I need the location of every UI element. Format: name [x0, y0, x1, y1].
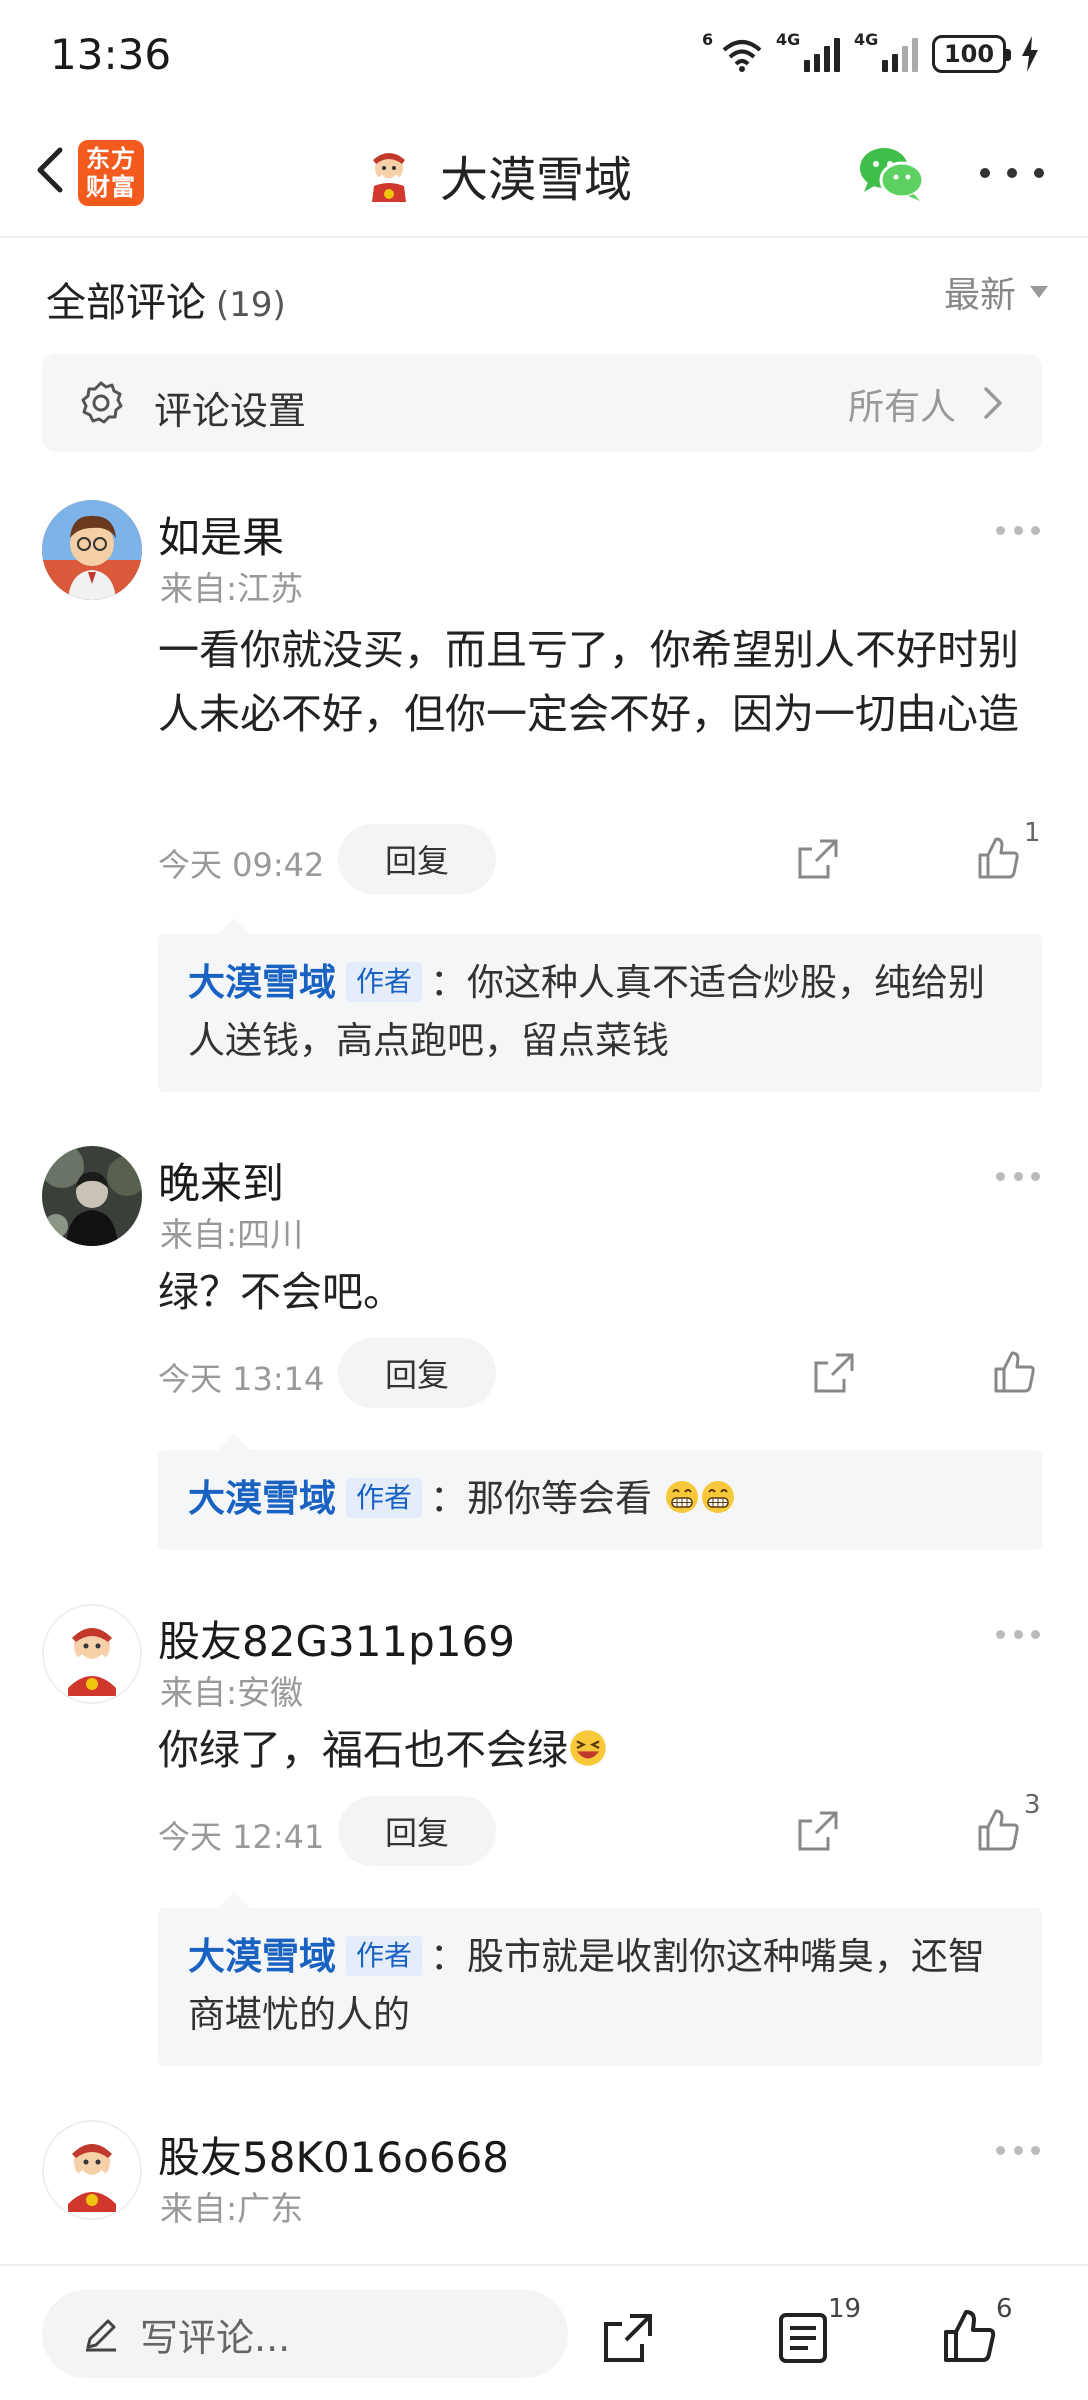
like-count: 3 [1024, 1790, 1041, 1820]
comments-title: 全部评论 (19) [46, 270, 286, 328]
laugh-emoji-icon [570, 1730, 606, 1766]
cell-signal-icon-1: 4G [776, 30, 840, 72]
reply-text: ：那你等会看 [430, 1477, 653, 1520]
comment-author[interactable]: 股友82G311p169 [158, 1608, 515, 1669]
settings-value: 所有人 [847, 387, 956, 428]
bottom-bar: 写评论... 19 6 [0, 2264, 1088, 2400]
wechat-icon[interactable] [858, 144, 926, 204]
pencil-icon [86, 2319, 116, 2352]
avatar[interactable] [42, 1146, 142, 1246]
author-tag: 作者 [346, 1478, 423, 1518]
status-icons: 6 4G 4G 100 [702, 30, 1040, 76]
share-icon[interactable] [794, 1807, 842, 1855]
thumbs-up-icon[interactable] [974, 1805, 1024, 1855]
comment-body: 你绿了，福石也不会绿 [158, 1718, 1038, 1782]
comment-time: 今天 13:14 [158, 1360, 325, 1398]
comment-author[interactable]: 股友58K016o668 [158, 2124, 509, 2185]
comment-author[interactable]: 如是果 [158, 504, 284, 565]
logo-line-1: 东方 [86, 145, 136, 173]
comment-actions: 今天 13:14 回复 [158, 1338, 1058, 1408]
comments-count-badge: 19 [828, 2294, 862, 2324]
comment-location: 来自:安徽 [160, 1673, 304, 1712]
comment-actions: 今天 09:42 回复 1 [158, 818, 1058, 894]
author-reply[interactable]: 大漠雪域 作者 ：那你等会看 [158, 1434, 1042, 1550]
nav-bar: 东方 财富 大漠雪域 [0, 110, 1088, 238]
nav-avatar [372, 153, 406, 202]
comments-count: (19) [216, 285, 286, 325]
battery-level: 100 [943, 40, 995, 68]
write-placeholder: 写评论... [140, 2315, 291, 2360]
comments-list-icon[interactable] [776, 2310, 830, 2366]
comments-header: 全部评论 (19) 最新 [0, 240, 1088, 350]
share-icon[interactable] [600, 2310, 656, 2366]
avatar[interactable] [42, 500, 142, 600]
logo-line-2: 财富 [86, 173, 136, 201]
comment-location: 来自:广东 [160, 2189, 304, 2228]
more-icon[interactable] [996, 1630, 1040, 1640]
comment-settings-row[interactable]: 评论设置 所有人 [42, 354, 1042, 452]
comment-author[interactable]: 晚来到 [158, 1150, 284, 1211]
reply-author[interactable]: 大漠雪域 [188, 1935, 336, 1978]
comments-title-text: 全部评论 [46, 280, 206, 326]
author-tag: 作者 [346, 962, 423, 1002]
write-comment-input[interactable]: 写评论... [42, 2290, 568, 2378]
like-count: 1 [1024, 818, 1041, 848]
page-title: 大漠雪域 [440, 152, 633, 208]
comment-location: 来自:江苏 [160, 569, 304, 608]
grin-emoji-icon [701, 1481, 734, 1513]
wifi-label: 6 [702, 30, 714, 49]
sort-dropdown[interactable]: 最新 [944, 266, 1048, 318]
more-icon[interactable] [996, 1172, 1040, 1182]
cell-signal-icon-2: 4G [854, 30, 918, 72]
avatar[interactable] [42, 2120, 142, 2220]
comment-time: 今天 09:42 [158, 846, 325, 884]
settings-label: 评论设置 [154, 389, 307, 433]
comment-actions: 今天 12:41 回复 3 [158, 1790, 1058, 1866]
status-time: 13:36 [50, 30, 172, 79]
sort-label: 最新 [943, 275, 1016, 316]
chevron-right-icon [984, 387, 1002, 419]
wifi-icon: 6 [702, 30, 762, 72]
grin-emoji-icon [665, 1481, 698, 1513]
author-reply[interactable]: 大漠雪域 作者 ：你这种人真不适合炒股，纯给别人送钱，高点跑吧，留点菜钱 [158, 918, 1042, 1092]
author-reply[interactable]: 大漠雪域 作者 ：股市就是收割你这种嘴臭，还智商堪忧的人的 [158, 1892, 1042, 2066]
thumbs-up-icon[interactable] [990, 1347, 1040, 1397]
cell-label-1: 4G [776, 30, 801, 49]
app-logo[interactable]: 东方 财富 [78, 140, 144, 206]
more-icon[interactable] [996, 2146, 1040, 2156]
reply-author[interactable]: 大漠雪域 [188, 1477, 336, 1520]
caret-down-icon [1030, 286, 1048, 298]
share-icon[interactable] [810, 1349, 858, 1397]
comment-location: 来自:四川 [160, 1215, 304, 1254]
charging-icon [1022, 36, 1038, 72]
author-tag: 作者 [346, 1936, 423, 1976]
cell-label-2: 4G [854, 30, 879, 49]
avatar[interactable] [42, 1604, 142, 1704]
gear-icon [81, 381, 123, 424]
status-bar: 13:36 6 4G 4G 100 [0, 0, 1088, 110]
share-icon[interactable] [794, 835, 842, 883]
comment-body-text: 你绿了，福石也不会绿 [158, 1726, 568, 1774]
thumbs-up-icon[interactable] [940, 2306, 1000, 2366]
comment-body: 一看你就没买，而且亏了，你希望别人不好时别人未必不好，但你一定会不好，因为一切由… [158, 626, 1019, 738]
nav-profile[interactable]: 大漠雪域 [360, 140, 632, 210]
reply-button[interactable]: 回复 [338, 824, 496, 894]
reply-author[interactable]: 大漠雪域 [188, 961, 336, 1004]
battery-icon: 100 [932, 35, 1011, 73]
comment-time: 今天 12:41 [158, 1818, 325, 1856]
comment-body: 绿？不会吧。 [158, 1268, 404, 1316]
back-icon[interactable] [22, 140, 82, 200]
reply-button[interactable]: 回复 [338, 1338, 496, 1408]
more-icon[interactable] [980, 168, 1044, 182]
reply-button[interactable]: 回复 [338, 1796, 496, 1866]
likes-count-badge: 6 [996, 2294, 1013, 2324]
more-icon[interactable] [996, 526, 1040, 536]
thumbs-up-icon[interactable] [974, 833, 1024, 883]
